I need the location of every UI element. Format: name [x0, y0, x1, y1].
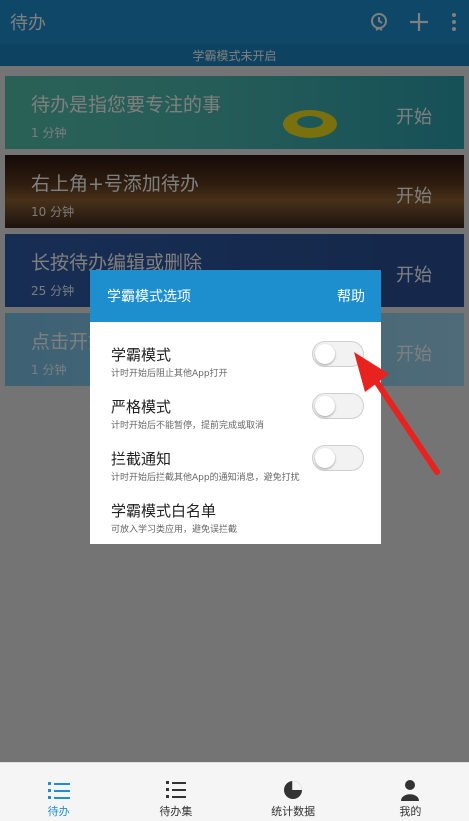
list-set-icon [165, 777, 187, 803]
tab-label: 我的 [399, 805, 422, 818]
tab-me[interactable]: 我的 [352, 763, 469, 821]
person-icon [400, 777, 420, 803]
bottom-nav: 待办 待办集 统计数据 我的 [0, 762, 469, 821]
tab-label: 统计数据 [271, 805, 316, 818]
tab-todo[interactable]: 待办 [0, 763, 117, 821]
tab-statistics[interactable]: 统计数据 [235, 763, 352, 821]
annotation-arrow-icon [354, 352, 440, 475]
pie-chart-icon [282, 777, 304, 803]
tab-label: 待办 [47, 805, 70, 818]
list-icon [47, 777, 70, 803]
tab-label: 待办集 [159, 805, 193, 818]
tab-todo-set[interactable]: 待办集 [117, 763, 234, 821]
